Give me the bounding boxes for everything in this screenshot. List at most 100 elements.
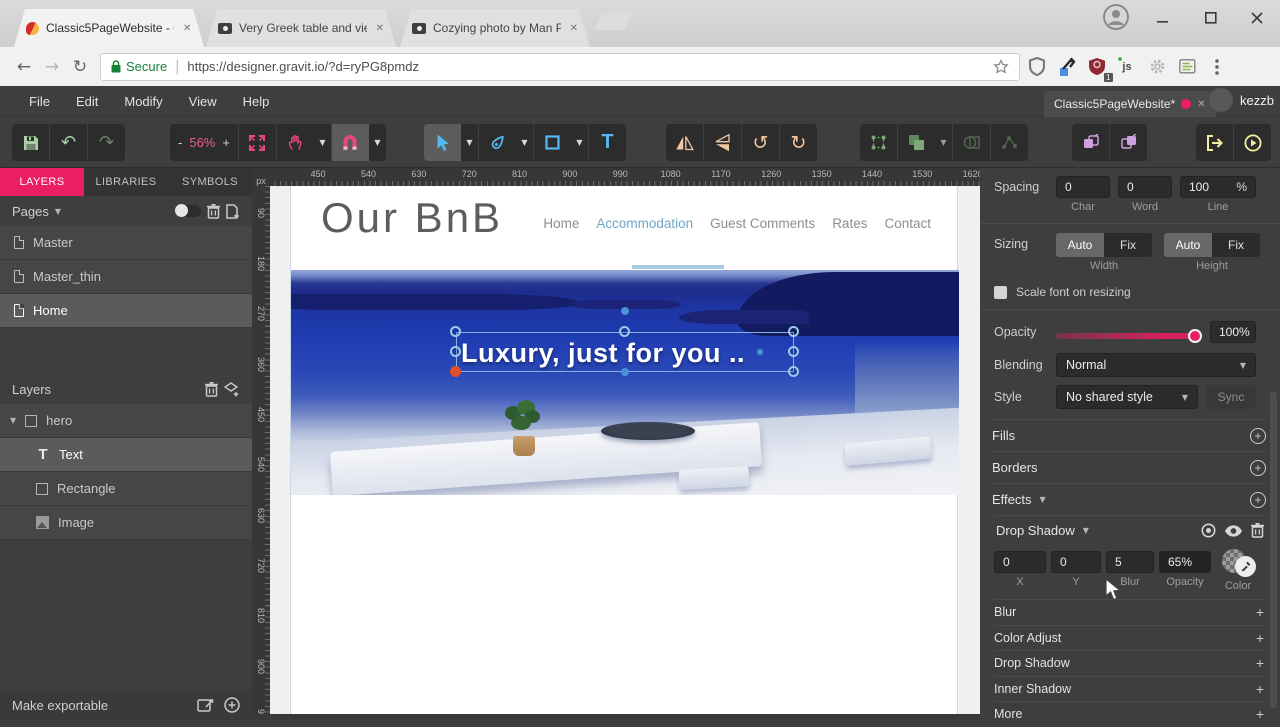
hero-image[interactable]: Luxury, just for you .. — [291, 270, 959, 495]
reload-icon[interactable]: ↻ — [66, 53, 94, 81]
snap-magnet-button[interactable] — [331, 124, 369, 161]
tab-close-icon[interactable]: ✕ — [570, 23, 578, 34]
shadow-color-swatch[interactable] — [1222, 549, 1260, 577]
add-fill-icon[interactable]: + — [1250, 427, 1266, 444]
selection-handle-mid-left[interactable] — [450, 346, 461, 357]
text-tool-button[interactable]: T — [589, 124, 626, 161]
document-close-icon[interactable]: ✕ — [1197, 99, 1205, 110]
selection-handle-bottom-left-text-flow[interactable] — [450, 366, 461, 377]
rotate-cw-button[interactable]: ↻ — [780, 124, 817, 161]
secure-indicator[interactable]: Secure — [111, 59, 167, 74]
new-tab-button[interactable] — [594, 13, 632, 30]
user-account[interactable]: kezzb — [1209, 88, 1274, 112]
nav-item-contact[interactable]: Contact — [884, 216, 931, 231]
zoom-out-button[interactable]: - — [178, 135, 182, 150]
text-selection-box[interactable]: Luxury, just for you .. — [456, 332, 794, 372]
browser-tab-cozying-photo[interactable]: Cozying photo by Man P ✕ — [400, 9, 590, 47]
knife-button[interactable] — [991, 124, 1028, 161]
opacity-slider[interactable] — [1056, 329, 1202, 343]
blending-dropdown[interactable]: Normal ▼ — [1056, 353, 1256, 377]
effect-add-row[interactable]: Blur + — [994, 599, 1264, 625]
tab-symbols[interactable]: SYMBOLS — [168, 168, 252, 196]
canvas-viewport[interactable]: Our BnB Home Accommodation Guest Comment… — [270, 186, 980, 720]
shadow-opacity-input[interactable]: 65% — [1159, 551, 1211, 573]
ext-colorpicker-icon[interactable] — [1054, 54, 1080, 80]
chevron-down-icon[interactable]: ▼ — [55, 207, 61, 216]
flip-vertical-button[interactable] — [704, 124, 741, 161]
nav-item-rates[interactable]: Rates — [832, 216, 867, 231]
plus-icon[interactable]: + — [1256, 655, 1264, 671]
style-dropdown[interactable]: No shared style ▼ — [1056, 385, 1198, 409]
layer-group-hero[interactable]: ▼ hero — [0, 404, 252, 438]
maximize-button[interactable] — [1196, 6, 1226, 30]
ext-shield-icon[interactable] — [1024, 54, 1050, 80]
plus-icon[interactable]: + — [1256, 604, 1264, 620]
pointer-tool-dropdown[interactable]: ▼ — [461, 124, 478, 161]
save-button[interactable] — [12, 124, 49, 161]
right-panel-scrollbar[interactable] — [1270, 392, 1277, 708]
close-button[interactable] — [1242, 6, 1272, 30]
effect-add-row[interactable]: Drop Shadow + — [994, 650, 1264, 676]
shadow-blur-input[interactable]: 5 — [1106, 551, 1154, 573]
delete-page-icon[interactable] — [207, 203, 220, 219]
export-slice-icon[interactable] — [197, 698, 214, 713]
shape-tool-button[interactable] — [534, 124, 571, 161]
ext-ublock-icon[interactable]: 1 — [1084, 54, 1113, 82]
selection-handle-bottom-right[interactable] — [788, 366, 799, 377]
selection-handle-top-center[interactable] — [619, 326, 630, 337]
menu-edit[interactable]: Edit — [63, 86, 111, 116]
hand-tool-button[interactable] — [277, 124, 314, 161]
height-auto-button[interactable]: Auto — [1164, 233, 1212, 257]
page-item-home[interactable]: Home — [0, 294, 252, 328]
fills-section[interactable]: Fills + — [992, 419, 1266, 451]
page-item-master-thin[interactable]: Master_thin — [0, 260, 252, 294]
nav-item-accommodation[interactable]: Accommodation — [596, 216, 693, 231]
scale-font-checkbox[interactable] — [994, 285, 1007, 299]
eyedropper-icon[interactable] — [1235, 556, 1256, 577]
browser-tab-greek-table[interactable]: Very Greek table and vie ✕ — [206, 9, 396, 47]
tab-layers[interactable]: LAYERS — [0, 168, 84, 196]
char-spacing-input[interactable]: 0 — [1056, 176, 1110, 198]
shadow-y-input[interactable]: 0 — [1051, 551, 1101, 573]
menu-help[interactable]: Help — [230, 86, 283, 116]
add-export-icon[interactable] — [224, 697, 240, 713]
ext-scriptsafe-icon[interactable]: js — [1114, 54, 1140, 80]
effect-add-row[interactable]: Color Adjust + — [994, 624, 1264, 651]
bookmark-star-icon[interactable] — [993, 58, 1009, 75]
copy-style-button[interactable] — [1072, 124, 1109, 161]
zoom-in-button[interactable]: + — [222, 135, 230, 150]
menu-view[interactable]: View — [176, 86, 230, 116]
layer-item-rectangle[interactable]: Rectangle — [0, 472, 252, 506]
height-fix-button[interactable]: Fix — [1212, 233, 1260, 257]
tab-close-icon[interactable]: ✕ — [376, 23, 384, 34]
effects-section[interactable]: Effects ▼ + — [992, 483, 1266, 515]
pen-tool-button[interactable] — [479, 124, 516, 161]
add-page-icon[interactable] — [226, 203, 240, 219]
pointer-tool-button[interactable] — [424, 124, 461, 161]
pages-preview-toggle[interactable] — [175, 204, 201, 217]
forward-icon[interactable]: → — [38, 53, 66, 81]
transform-button[interactable] — [860, 124, 897, 161]
undo-button[interactable]: ↶ — [50, 124, 87, 161]
effect-add-row[interactable]: More + — [994, 701, 1264, 727]
plus-icon[interactable]: + — [1256, 630, 1264, 646]
tab-close-icon[interactable]: ✕ — [183, 23, 191, 34]
selection-handle-mid-right[interactable] — [788, 346, 799, 357]
line-spacing-input[interactable]: 100% — [1180, 176, 1256, 198]
back-icon[interactable]: ← — [10, 53, 38, 81]
selection-rotate-handle[interactable] — [621, 307, 629, 315]
add-layer-icon[interactable] — [224, 381, 240, 397]
opacity-slider-handle[interactable] — [1188, 329, 1202, 343]
flip-horizontal-button[interactable] — [666, 124, 703, 161]
url-input[interactable]: Secure | https://designer.gravit.io/?d=r… — [100, 52, 1020, 81]
selection-inline-handle[interactable] — [757, 349, 763, 355]
visibility-eye-icon[interactable] — [1225, 524, 1242, 537]
sync-button[interactable]: Sync — [1206, 385, 1256, 409]
nav-item-home[interactable]: Home — [543, 216, 579, 231]
word-spacing-input[interactable]: 0 — [1118, 176, 1172, 198]
minimize-button[interactable] — [1148, 6, 1178, 30]
site-logo[interactable]: Our BnB — [321, 194, 503, 242]
delete-effect-icon[interactable] — [1251, 523, 1264, 538]
browser-tab-gravit[interactable]: Classic5PageWebsite - G ✕ — [14, 9, 204, 47]
selection-baseline-handle[interactable] — [621, 368, 629, 376]
